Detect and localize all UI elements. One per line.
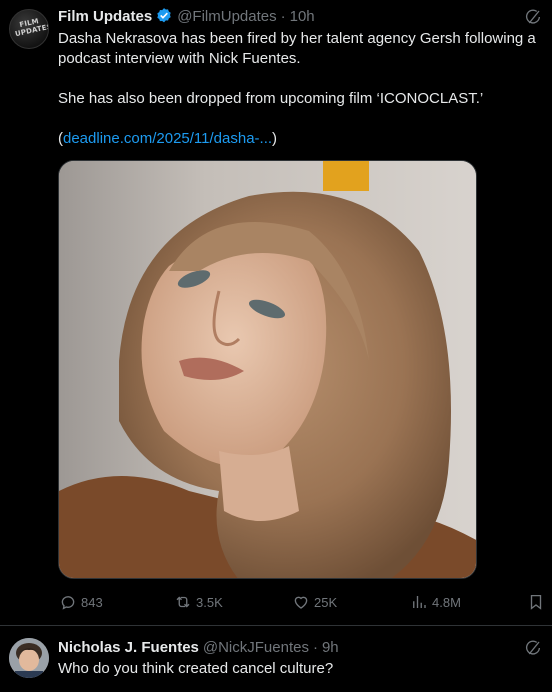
repost-count: 3.5K	[196, 594, 223, 610]
article-link[interactable]: deadline.com/2025/11/dasha-...	[63, 130, 272, 147]
tweet-photo[interactable]	[58, 160, 477, 579]
portrait-photo	[59, 161, 476, 578]
action-bar: 843 3.5K 25K 4.8M	[0, 592, 552, 612]
tweet-text-line: podcast interview with Nick Fuentes.	[58, 50, 301, 67]
author-handle[interactable]: @FilmUpdates	[177, 8, 276, 25]
timestamp[interactable]: 10h	[290, 8, 315, 25]
avatar[interactable]: FILM UPDATES	[9, 9, 49, 49]
avatar-photo	[9, 638, 49, 678]
tweet-header: Nicholas J. Fuentes @NickJFuentes · 9h	[58, 637, 339, 657]
grok-icon[interactable]	[524, 8, 542, 26]
verified-badge-icon	[157, 8, 171, 23]
view-count: 4.8M	[432, 594, 461, 610]
bookmark-icon	[530, 594, 542, 610]
separator: ·	[280, 7, 286, 25]
tweet-text-line: Dasha Nekrasova has been fired by her ta…	[58, 30, 536, 47]
like-count: 25K	[314, 594, 338, 610]
paren-close: )	[272, 130, 278, 147]
views-button[interactable]: 4.8M	[410, 592, 461, 612]
author-handle[interactable]: @NickJFuentes	[203, 639, 309, 656]
reply-tweet[interactable]: Nicholas J. Fuentes @NickJFuentes · 9h W…	[0, 625, 552, 692]
author-name[interactable]: Film Updates	[58, 8, 152, 25]
like-button[interactable]: 25K	[292, 592, 337, 612]
bookmark-button[interactable]	[527, 592, 549, 612]
reply-text: Who do you think created cancel culture?	[58, 660, 334, 677]
repost-button[interactable]: 3.5K	[174, 592, 223, 612]
timestamp[interactable]: 9h	[322, 639, 339, 656]
reply-count: 843	[81, 594, 103, 610]
repost-icon	[176, 596, 190, 608]
tweet[interactable]: FILM UPDATES Film Updates @FilmUpdates ·…	[0, 0, 552, 625]
separator: ·	[312, 638, 318, 656]
reply-icon	[61, 596, 75, 610]
reply-button[interactable]: 843	[59, 592, 103, 612]
views-chart-icon	[413, 596, 426, 608]
tweet-text: Dasha Nekrasova has been fired by her ta…	[58, 29, 548, 149]
avatar[interactable]	[9, 638, 49, 678]
grok-icon[interactable]	[524, 639, 542, 657]
avatar-logo: FILM UPDATES	[13, 16, 48, 38]
author-name[interactable]: Nicholas J. Fuentes	[58, 639, 199, 656]
tweet-link-line: (deadline.com/2025/11/dasha-...)	[58, 129, 548, 149]
tweet-header: Film Updates @FilmUpdates · 10h	[58, 6, 315, 26]
heart-icon	[294, 596, 308, 609]
tweet-text-line: She has also been dropped from upcoming …	[58, 90, 484, 107]
